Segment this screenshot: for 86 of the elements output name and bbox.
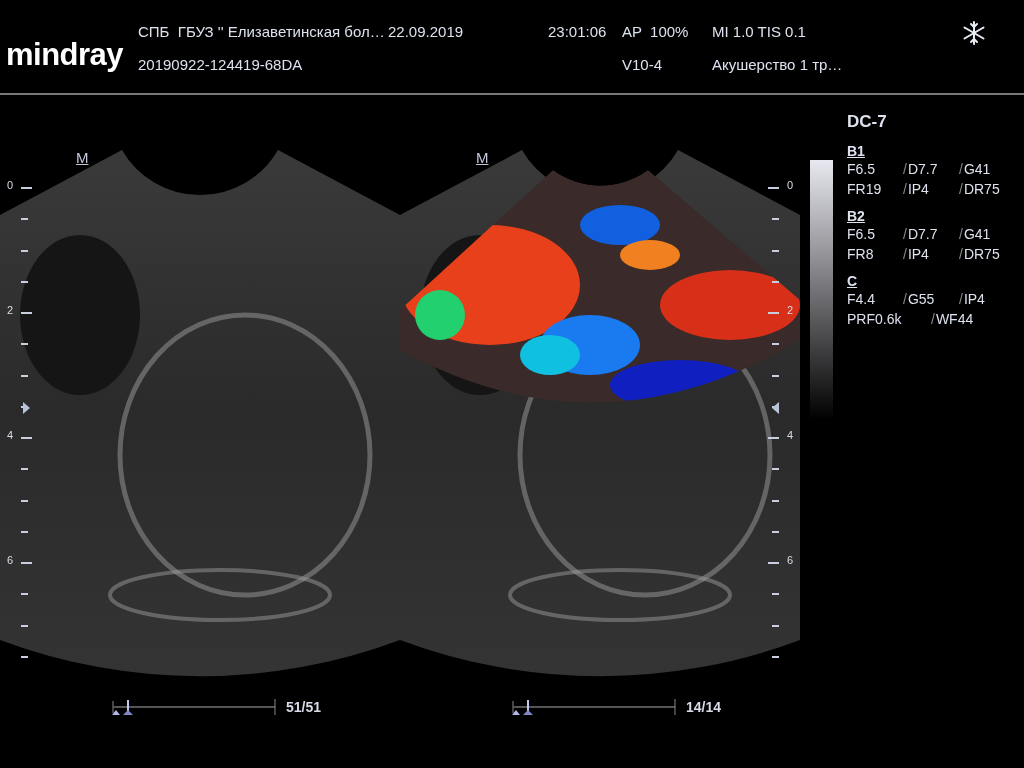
parameter-value: F4.4 [847, 290, 875, 309]
depth-tick [772, 249, 779, 252]
snowflake-icon [962, 21, 986, 45]
depth-tick [772, 374, 779, 377]
depth-tick [772, 530, 779, 533]
parameter-value: PRF0.6k [847, 310, 902, 329]
separator-slash: / [903, 225, 907, 244]
probe-title: DC-7 [847, 112, 888, 132]
separator-slash: / [959, 245, 963, 264]
depth-tick [21, 312, 32, 314]
separator-slash: / [959, 160, 963, 179]
parameter-value: FR8 [847, 245, 874, 264]
separator-slash: / [903, 180, 907, 199]
parameter-value: DR75 [963, 180, 1000, 199]
depth-tick [21, 280, 28, 283]
separator-slash: / [959, 225, 963, 244]
parameter-value: DR75 [963, 245, 1000, 264]
depth-label: 6 [7, 554, 14, 566]
depth-tick [21, 468, 28, 471]
depth-label: 4 [787, 429, 794, 441]
orientation-marker: M [476, 149, 489, 166]
separator-slash: / [931, 310, 935, 329]
parameter-value: IP4 [907, 245, 929, 264]
institution-name: СПБ ГБУЗ '' Елизаветинская бол… [138, 23, 386, 42]
depth-tick [21, 593, 28, 596]
section-title: B2 [847, 208, 865, 224]
separator-slash: / [959, 180, 963, 199]
safety-indices: MI 1.0 TIS 0.1 [712, 23, 807, 42]
logo: mindray [5, 37, 125, 73]
depth-tick [21, 624, 28, 627]
exam-time: 23:01:06 [548, 23, 608, 42]
depth-tick [768, 187, 779, 189]
depth-tick [21, 187, 32, 189]
depth-tick [21, 499, 28, 502]
focus-marker-icon [23, 402, 30, 414]
depth-tick [21, 655, 28, 658]
parameter-value: FR19 [847, 180, 882, 199]
parameter-value: G41 [963, 225, 991, 244]
depth-tick [772, 343, 779, 346]
depth-label: 0 [787, 179, 794, 191]
frame-counter: 14/14 [686, 699, 722, 715]
depth-tick [772, 499, 779, 502]
separator-slash: / [903, 245, 907, 264]
depth-tick [772, 593, 779, 596]
orientation-marker: M [76, 149, 89, 166]
depth-tick [772, 624, 779, 627]
depth-tick [21, 343, 28, 346]
separator-slash: / [903, 290, 907, 309]
depth-tick [768, 437, 779, 439]
depth-tick [21, 374, 28, 377]
exam-preset: Акушерство 1 тр… [712, 56, 844, 75]
parameter-value: D7.7 [907, 160, 938, 179]
depth-label: 0 [7, 179, 14, 191]
parameter-value: G55 [907, 290, 935, 309]
depth-tick [21, 530, 28, 533]
parameter-value: IP4 [963, 290, 985, 309]
parameter-value: F6.5 [847, 160, 875, 179]
depth-tick [768, 562, 779, 564]
separator-slash: / [959, 290, 963, 309]
section-title: C [847, 273, 858, 289]
parameter-value: IP4 [907, 180, 929, 199]
parameter-value: F6.5 [847, 225, 875, 244]
acoustic-power: AP 100% [622, 23, 690, 42]
depth-tick [21, 562, 32, 564]
depth-tick [21, 437, 32, 439]
depth-tick [772, 280, 779, 283]
section-title: B1 [847, 143, 865, 159]
depth-tick [772, 468, 779, 471]
parameter-value: G41 [963, 160, 991, 179]
depth-tick [21, 249, 28, 252]
parameter-value: WF44 [935, 310, 974, 329]
parameter-value: D7.7 [907, 225, 938, 244]
depth-label: 4 [7, 429, 14, 441]
depth-tick [768, 312, 779, 314]
exam-date: 22.09.2019 [388, 23, 465, 42]
depth-label: 2 [7, 304, 14, 316]
depth-label: 2 [787, 304, 794, 316]
depth-tick [772, 655, 779, 658]
depth-tick [772, 218, 779, 221]
depth-label: 6 [787, 554, 794, 566]
probe-frequency: V10-4 [622, 56, 664, 75]
depth-tick [21, 218, 28, 221]
focus-marker-icon [772, 402, 779, 414]
frame-counter: 51/51 [286, 699, 322, 715]
separator-slash: / [903, 160, 907, 179]
exam-id: 20190922-124419-68DA [138, 56, 304, 75]
